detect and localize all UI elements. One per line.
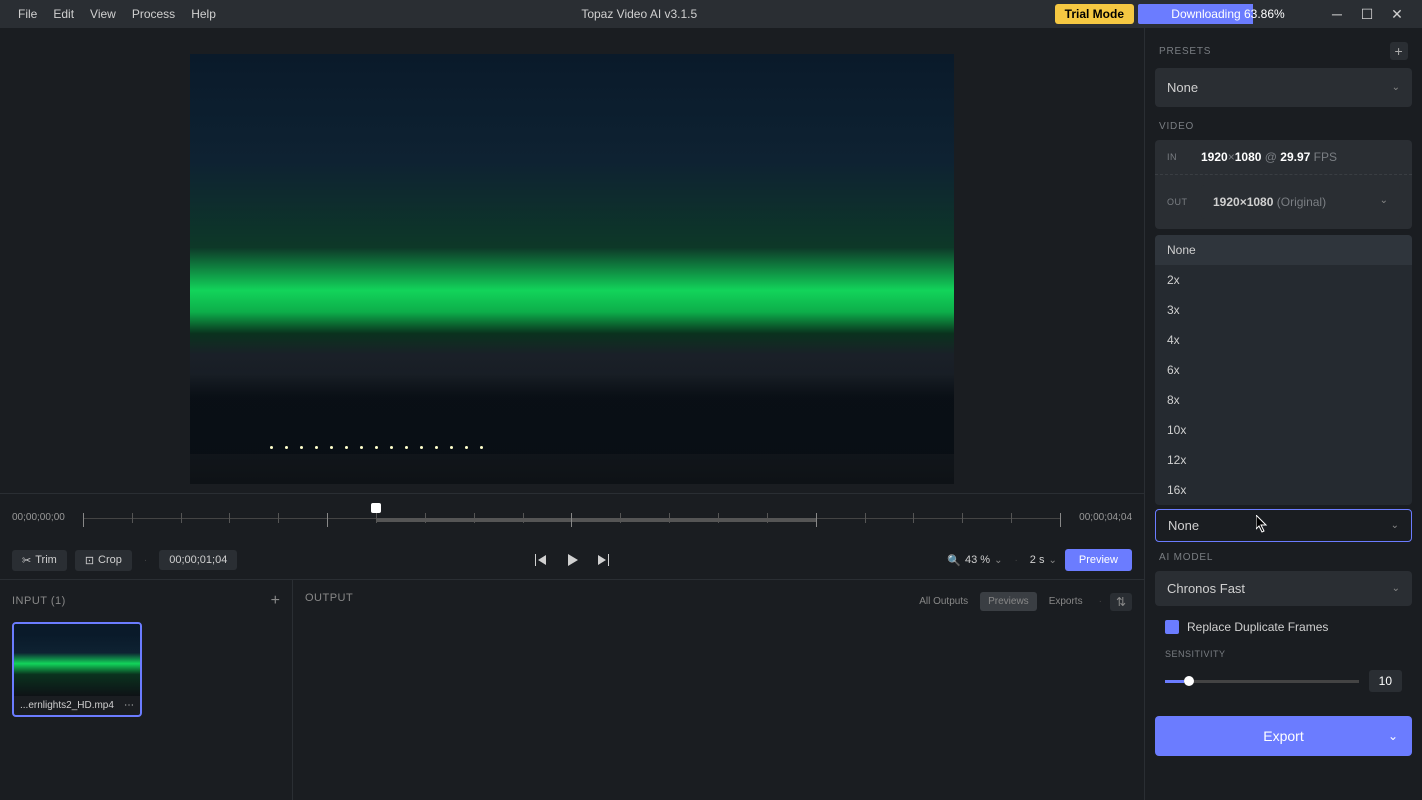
sensitivity-slider[interactable] — [1165, 680, 1359, 683]
tab-previews[interactable]: Previews — [980, 592, 1037, 611]
menu-file[interactable]: File — [10, 7, 45, 21]
step-forward-button[interactable] — [596, 552, 612, 568]
output-header: OUTPUT — [305, 592, 353, 604]
tab-all-outputs[interactable]: All Outputs — [911, 592, 976, 611]
checkbox-icon — [1165, 620, 1179, 634]
menu-process[interactable]: Process — [124, 7, 183, 21]
chevron-down-icon: ⌄ — [1380, 195, 1388, 209]
scale-option-12x[interactable]: 12x — [1155, 445, 1412, 475]
ai-model-select[interactable]: Chronos Fast⌄ — [1155, 571, 1412, 606]
scale-select[interactable]: None⌄ — [1155, 509, 1412, 542]
chevron-down-icon: ⌄ — [1392, 82, 1400, 93]
crop-button[interactable]: ⊡Crop — [75, 550, 132, 571]
scale-option-4x[interactable]: 4x — [1155, 325, 1412, 355]
scissors-icon: ✂ — [22, 554, 31, 567]
preview-duration[interactable]: 2 s⌄ — [1030, 554, 1057, 566]
sort-button[interactable]: ⇅ — [1110, 593, 1132, 611]
preset-select[interactable]: None⌄ — [1155, 68, 1412, 107]
out-label: OUT — [1167, 197, 1191, 207]
chevron-down-icon[interactable]: ⌄ — [1388, 729, 1398, 743]
timeline: 00;00;00;00 00;00;04;04 — [0, 493, 1144, 541]
add-preset-button[interactable]: + — [1390, 42, 1408, 60]
downloading-badge: Downloading 63.86% — [1138, 4, 1318, 24]
trial-mode-badge: Trial Mode — [1055, 4, 1134, 24]
input-thumbnail[interactable]: ...ernlights2_HD.mp4 ⋯ — [12, 622, 142, 717]
crop-icon: ⊡ — [85, 554, 94, 567]
app-title: Topaz Video AI v3.1.5 — [224, 7, 1055, 21]
magnifier-icon: 🔍 — [947, 554, 961, 567]
scale-option-10x[interactable]: 10x — [1155, 415, 1412, 445]
thumbnail-filename: ...ernlights2_HD.mp4 — [20, 700, 114, 711]
sensitivity-value[interactable]: 10 — [1369, 670, 1402, 692]
play-button[interactable] — [564, 552, 580, 568]
scale-option-3x[interactable]: 3x — [1155, 295, 1412, 325]
cursor-icon — [1256, 515, 1270, 533]
chevron-down-icon: ⌄ — [1392, 583, 1400, 594]
minimize-button[interactable]: ─ — [1322, 6, 1352, 22]
timeline-start: 00;00;00;00 — [12, 512, 65, 523]
trim-button[interactable]: ✂Trim — [12, 550, 67, 571]
timeline-end: 00;00;04;04 — [1079, 512, 1132, 523]
video-label: VIDEO — [1159, 121, 1194, 132]
export-button[interactable]: Export ⌄ — [1155, 716, 1412, 756]
add-input-button[interactable]: + — [271, 592, 280, 610]
scale-option-8x[interactable]: 8x — [1155, 385, 1412, 415]
replace-duplicate-frames-checkbox[interactable]: Replace Duplicate Frames — [1145, 606, 1422, 640]
output-panel: OUTPUT All Outputs Previews Exports · ⇅ — [293, 580, 1144, 800]
playhead[interactable] — [371, 503, 381, 513]
scale-option-none[interactable]: None — [1155, 235, 1412, 265]
timeline-track[interactable] — [83, 503, 1061, 533]
chevron-down-icon: ⌄ — [1391, 520, 1399, 531]
presets-label: PRESETS — [1159, 46, 1211, 57]
chevron-down-icon: ⌄ — [994, 555, 1002, 566]
video-preview[interactable] — [190, 54, 954, 484]
ai-model-label: AI MODEL — [1159, 552, 1213, 563]
scale-option-2x[interactable]: 2x — [1155, 265, 1412, 295]
preview-area — [0, 28, 1144, 493]
input-header: INPUT (1) — [12, 595, 66, 607]
step-back-button[interactable] — [532, 552, 548, 568]
scale-option-6x[interactable]: 6x — [1155, 355, 1412, 385]
menu-view[interactable]: View — [82, 7, 124, 21]
zoom-control[interactable]: 🔍43 %⌄ — [947, 554, 1002, 567]
input-panel: INPUT (1) + ...ernlights2_HD.mp4 ⋯ — [0, 580, 293, 800]
in-label: IN — [1167, 152, 1191, 162]
video-info-card: IN 1920×1080 @ 29.97 FPS OUT 1920×1080 (… — [1155, 140, 1412, 229]
output-resolution-select[interactable]: 1920×1080 (Original)⌄ — [1201, 185, 1400, 219]
maximize-button[interactable]: ☐ — [1352, 6, 1382, 23]
scale-option-16x[interactable]: 16x — [1155, 475, 1412, 505]
sensitivity-label: SENSITIVITY — [1165, 649, 1226, 659]
current-timecode[interactable]: 00;00;01;04 — [159, 550, 237, 570]
title-bar: File Edit View Process Help Topaz Video … — [0, 0, 1422, 28]
settings-sidebar: PRESETS+ None⌄ VIDEO IN 1920×1080 @ 29.9… — [1144, 28, 1422, 800]
preview-button[interactable]: Preview — [1065, 549, 1132, 571]
controls-bar: ✂Trim ⊡Crop · 00;00;01;04 🔍43 %⌄ · 2 s⌄ … — [0, 541, 1144, 579]
menu-edit[interactable]: Edit — [45, 7, 82, 21]
scale-dropdown-list: None 2x 3x 4x 6x 8x 10x 12x 16x — [1155, 235, 1412, 505]
thumbnail-image — [14, 624, 140, 696]
more-icon[interactable]: ⋯ — [124, 700, 134, 711]
chevron-down-icon: ⌄ — [1048, 555, 1056, 566]
tab-exports[interactable]: Exports — [1041, 592, 1091, 611]
close-button[interactable]: ✕ — [1382, 6, 1412, 23]
menu-help[interactable]: Help — [183, 7, 224, 21]
